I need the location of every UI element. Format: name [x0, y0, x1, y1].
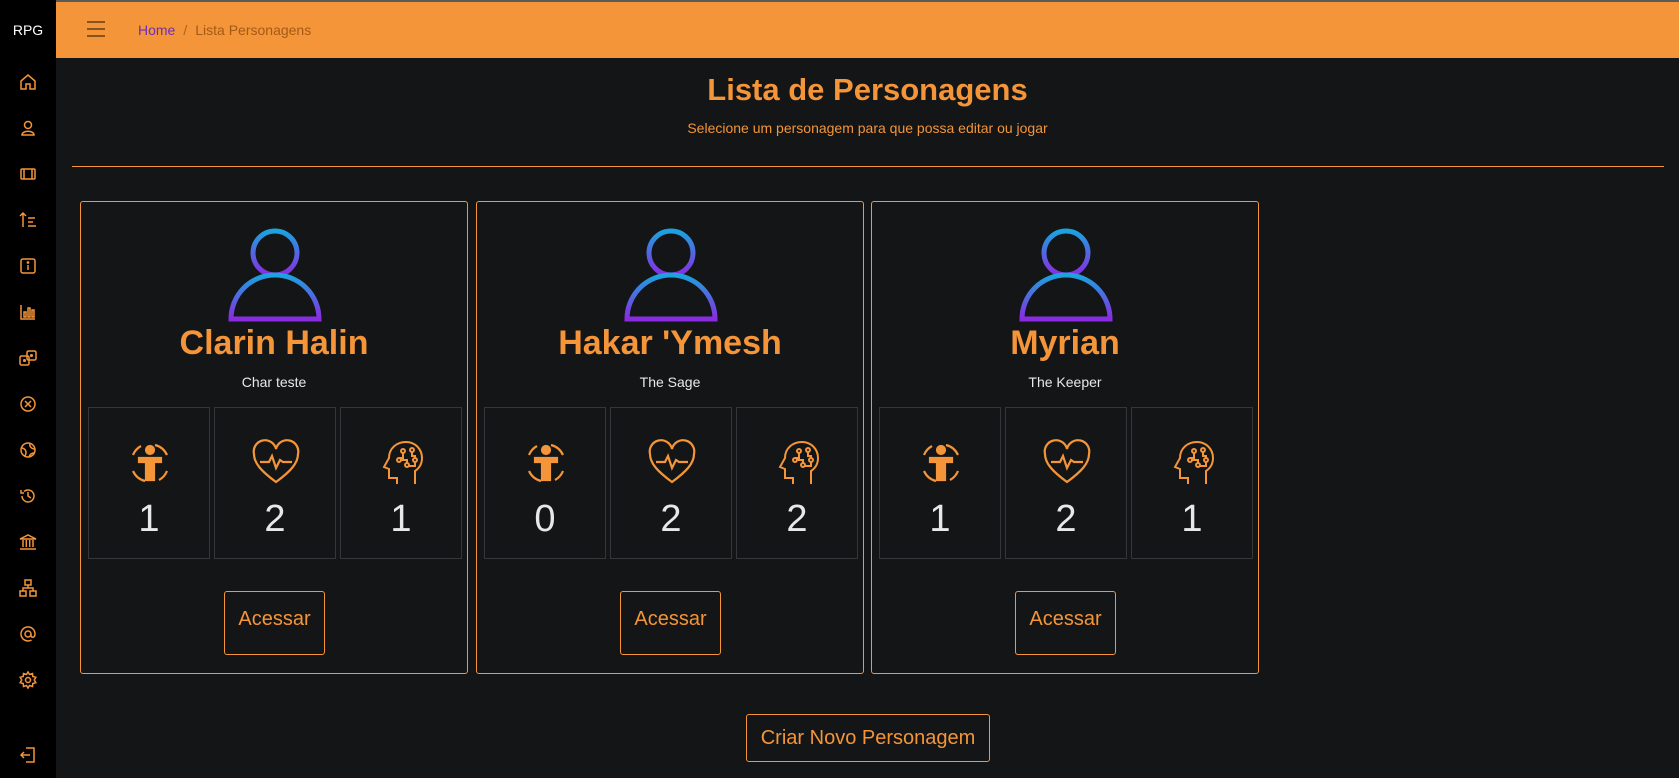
at-icon[interactable] — [18, 624, 38, 644]
character-card: Clarin Halin Char teste 1 2 1 Acessar — [80, 201, 468, 674]
bar-chart-icon[interactable] — [18, 302, 38, 322]
stat-agility: 1 — [879, 407, 1001, 559]
access-button[interactable]: Acessar — [224, 591, 325, 655]
history-icon[interactable] — [18, 486, 38, 506]
character-card: Hakar 'Ymesh The Sage 0 2 2 Acessar — [476, 201, 864, 674]
character-class: Char teste — [241, 374, 307, 390]
character-name: Myrian — [1010, 324, 1120, 362]
agility-icon — [125, 438, 175, 488]
heart-pulse-icon — [251, 438, 301, 488]
stat-agility: 0 — [484, 407, 606, 559]
breadcrumb-separator: / — [183, 22, 188, 38]
stat-health: 2 — [214, 407, 336, 559]
x-circle-icon[interactable] — [18, 394, 38, 414]
agility-value: 1 — [929, 498, 951, 540]
stat-health: 2 — [1005, 407, 1127, 559]
stat-agility: 1 — [88, 407, 210, 559]
intellect-value: 1 — [1181, 498, 1203, 540]
agility-icon — [916, 438, 966, 488]
top-bar: Home / Lista Personagens — [56, 0, 1679, 58]
brain-head-icon — [377, 438, 427, 488]
agility-value: 1 — [138, 498, 160, 540]
access-button[interactable]: Acessar — [620, 591, 721, 655]
agility-value: 0 — [534, 498, 556, 540]
stat-intellect: 1 — [1131, 407, 1253, 559]
agility-icon — [521, 438, 571, 488]
heart-pulse-icon — [1042, 438, 1092, 488]
stat-intellect: 1 — [340, 407, 462, 559]
intellect-value: 2 — [786, 498, 808, 540]
brain-head-icon — [1168, 438, 1218, 488]
sort-icon[interactable] — [18, 210, 38, 230]
page-title: Lista de Personagens — [707, 72, 1028, 107]
globe-icon[interactable] — [18, 440, 38, 460]
character-avatar-icon — [227, 226, 323, 322]
character-avatar-icon — [1018, 226, 1114, 322]
header-divider — [72, 166, 1664, 167]
page-subtitle: Selecione um personagem para que possa e… — [687, 120, 1048, 136]
health-value: 2 — [1055, 498, 1077, 540]
character-name: Hakar 'Ymesh — [558, 324, 782, 362]
access-button[interactable]: Acessar — [1015, 591, 1116, 655]
character-card: Myrian The Keeper 1 2 1 Acessar — [871, 201, 1259, 674]
brain-head-icon — [773, 438, 823, 488]
user-icon[interactable] — [18, 118, 38, 138]
home-icon[interactable] — [18, 72, 38, 92]
diagram-icon[interactable] — [18, 578, 38, 598]
create-character-button[interactable]: Criar Novo Personagem — [746, 714, 990, 762]
info-icon[interactable] — [18, 256, 38, 276]
gear-icon[interactable] — [18, 670, 38, 690]
character-class: The Sage — [639, 374, 701, 390]
heart-pulse-icon — [647, 438, 697, 488]
intellect-value: 1 — [390, 498, 412, 540]
breadcrumb-current: Lista Personagens — [195, 22, 312, 38]
breadcrumb-home-link[interactable]: Home — [138, 22, 175, 38]
breadcrumb: Home / Lista Personagens — [138, 22, 311, 38]
bank-icon[interactable] — [18, 532, 38, 552]
health-value: 2 — [660, 498, 682, 540]
health-value: 2 — [264, 498, 286, 540]
character-class: The Keeper — [1028, 374, 1102, 390]
brand-logo[interactable]: RPG — [0, 22, 56, 38]
stat-health: 2 — [610, 407, 732, 559]
character-avatar-icon — [623, 226, 719, 322]
sidebar: RPG — [0, 0, 56, 778]
logout-icon[interactable] — [18, 745, 38, 765]
dice-icon[interactable] — [18, 348, 38, 368]
character-name: Clarin Halin — [179, 324, 369, 362]
hamburger-menu-icon[interactable] — [86, 20, 106, 38]
film-icon[interactable] — [18, 164, 38, 184]
stat-intellect: 2 — [736, 407, 858, 559]
